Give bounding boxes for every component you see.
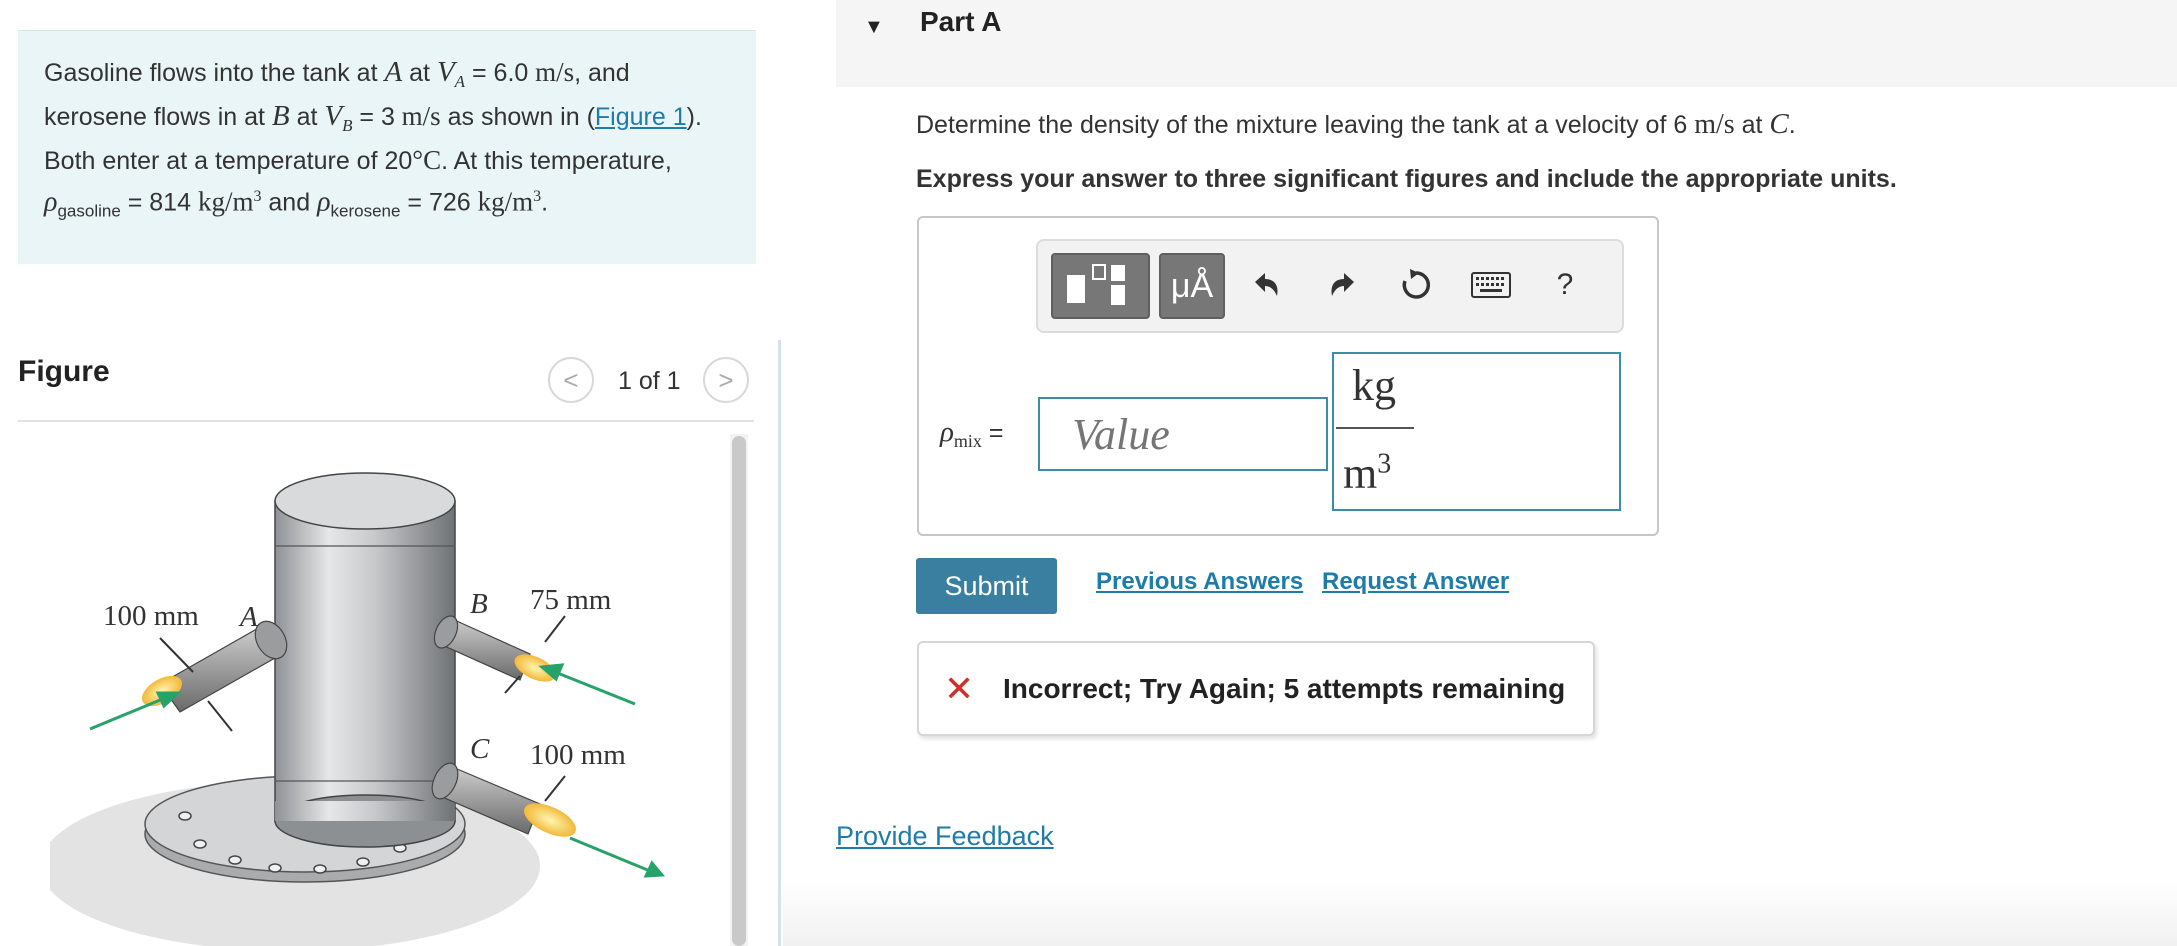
density-symbol: ρ xyxy=(940,416,954,448)
question-body: at xyxy=(1734,111,1770,139)
problem-text: at xyxy=(402,59,437,87)
help-button[interactable]: ? xyxy=(1540,260,1590,310)
figure-heading: Figure xyxy=(18,355,110,388)
undo-button[interactable] xyxy=(1241,260,1291,310)
equals: = xyxy=(352,103,381,131)
question-body: Determine the density of the mixture lea… xyxy=(916,111,1695,139)
unit-numerator: kg xyxy=(1352,361,1396,410)
problem-text: as shown in ( xyxy=(440,103,595,131)
request-answer-link[interactable]: Request Answer xyxy=(1322,568,1509,596)
redo-icon xyxy=(1331,273,1354,296)
point-a-label: A xyxy=(238,601,258,633)
next-figure-button[interactable]: > xyxy=(703,357,749,403)
part-header[interactable] xyxy=(836,0,2177,87)
equals: = xyxy=(981,419,1004,447)
fraction-template-icon xyxy=(1067,264,1125,305)
figure-pager-count: 1 of 1 xyxy=(618,367,681,395)
reset-icon xyxy=(1402,269,1431,299)
velocity-b-value: 3 xyxy=(380,103,395,131)
templates-button[interactable] xyxy=(1051,253,1150,319)
figure-link[interactable]: Figure 1 xyxy=(595,103,687,131)
unit-exponent: 3 xyxy=(1377,448,1392,480)
flow-arrow-c xyxy=(569,836,651,873)
units-button[interactable]: μÅ xyxy=(1159,253,1225,319)
point-b: B xyxy=(271,100,290,132)
provide-feedback-link[interactable]: Provide Feedback xyxy=(836,821,1054,852)
velocity-a-value: 6.0 xyxy=(493,59,529,87)
value-input[interactable] xyxy=(1038,397,1328,471)
caret-down-icon[interactable]: ▼ xyxy=(864,16,884,39)
density-symbol: ρ xyxy=(317,186,331,218)
equals: = xyxy=(465,59,494,87)
gasoline-subscript: gasoline xyxy=(57,201,121,221)
velocity-subscript: B xyxy=(342,116,353,135)
unit-exponent: 3 xyxy=(533,188,542,205)
point-a: A xyxy=(384,56,403,88)
point-c-label: C xyxy=(470,733,490,765)
keyboard-button[interactable] xyxy=(1466,260,1516,310)
density-symbol: ρ xyxy=(44,186,58,218)
feedback-text: Incorrect; Try Again; 5 attempts remaini… xyxy=(1003,673,1566,704)
problem-text: . xyxy=(541,188,549,217)
panel-divider xyxy=(778,340,781,946)
reset-button[interactable] xyxy=(1391,260,1441,310)
help-icon: ? xyxy=(1556,268,1574,301)
problem-text: . At this temperature, xyxy=(441,147,672,175)
unit-denominator-base: m xyxy=(1343,449,1378,498)
answer-label: ρmix = xyxy=(940,416,1003,452)
question-unit: m/s xyxy=(1694,109,1735,140)
density-unit: kg/m xyxy=(477,186,534,217)
tank-diagram: 100 mm A B 75 mm C 100 mm xyxy=(50,472,666,946)
part-title[interactable]: Part A xyxy=(920,6,1001,38)
tank-top xyxy=(274,472,456,530)
tank-body xyxy=(274,500,456,822)
velocity-unit: m/s xyxy=(394,101,441,131)
chevron-right-icon: > xyxy=(718,364,734,395)
keyboard-icon xyxy=(1471,272,1511,298)
question-body: . xyxy=(1788,111,1796,139)
mix-subscript: mix xyxy=(953,431,982,451)
prev-figure-button[interactable]: < xyxy=(548,357,594,403)
bottom-fade xyxy=(783,880,2177,946)
redo-button[interactable] xyxy=(1318,260,1368,310)
problem-statement: Gasoline flows into the tank at A at VA … xyxy=(18,30,756,264)
figure-image: 100 mm A B 75 mm C 100 mm xyxy=(50,446,690,946)
chevron-left-icon: < xyxy=(563,364,579,395)
flow-arrow-b xyxy=(554,670,636,706)
point-b-label: B xyxy=(470,588,488,620)
submit-button[interactable]: Submit xyxy=(916,558,1057,614)
units-icon: μÅ xyxy=(1170,266,1214,305)
question-text: Determine the density of the mixture lea… xyxy=(916,108,1796,141)
kerosene-density: = 726 xyxy=(400,188,478,217)
figure-divider xyxy=(18,420,754,422)
dimension-a-label: 100 mm xyxy=(103,600,199,632)
problem-text: Gasoline flows into the tank at xyxy=(44,59,385,87)
velocity-symbol: V xyxy=(324,100,343,132)
velocity-subscript: A xyxy=(454,72,466,91)
flow-arrow-a xyxy=(89,696,166,731)
problem-text: and xyxy=(261,188,318,217)
density-unit: kg/m xyxy=(197,186,254,217)
velocity-symbol: V xyxy=(436,56,455,88)
velocity-unit: m/s xyxy=(528,57,575,87)
unit-denominator: m3 xyxy=(1343,448,1391,499)
dimension-c-label: 100 mm xyxy=(530,739,626,771)
unit-fraction-bar xyxy=(1336,427,1414,429)
gasoline-density: = 814 xyxy=(120,188,198,217)
previous-answers-link[interactable]: Previous Answers xyxy=(1096,568,1303,596)
point-c: C xyxy=(1769,108,1789,140)
kerosene-subscript: kerosene xyxy=(330,201,401,221)
undo-icon xyxy=(1255,273,1278,296)
problem-text: at xyxy=(289,103,325,131)
incorrect-x-icon: ✕ xyxy=(944,668,975,709)
answer-instruction: Express your answer to three significant… xyxy=(916,165,1897,193)
dimension-b-label: 75 mm xyxy=(530,584,612,616)
figure-scrollbar-thumb[interactable] xyxy=(732,436,746,946)
temperature-unit: °C xyxy=(412,145,442,175)
